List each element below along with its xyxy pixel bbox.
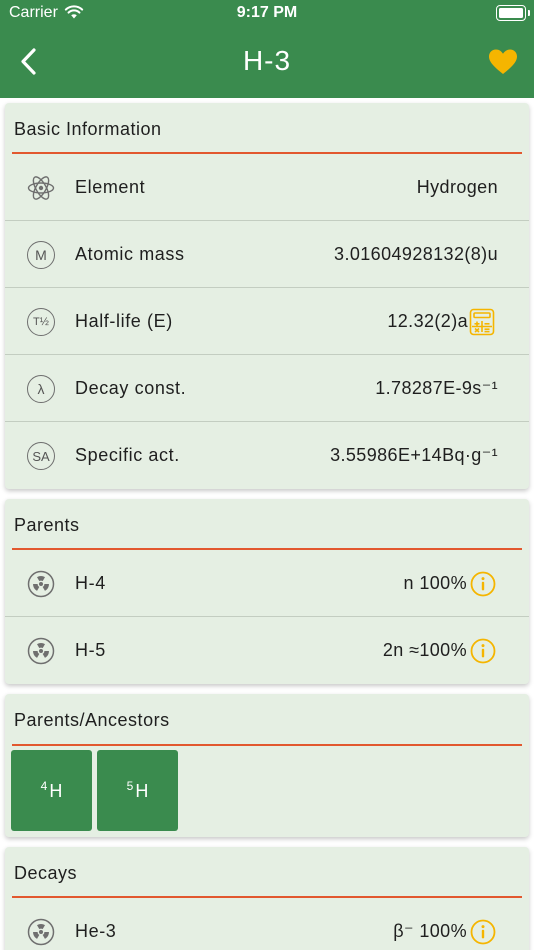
calculator-button[interactable] <box>469 308 495 336</box>
section-divider <box>12 744 522 746</box>
atom-icon <box>27 174 55 202</box>
isotope-symbol: 4H <box>11 779 92 802</box>
row-value: n 100% <box>403 573 467 593</box>
info-icon <box>470 571 496 597</box>
status-time: 9:17 PM <box>236 4 298 21</box>
row-label: H-5 <box>75 640 106 660</box>
ancestor-tile[interactable]: 5H <box>97 750 178 831</box>
row-value: 3.55986E+14Bq·g⁻¹ <box>330 445 498 465</box>
favorite-button[interactable] <box>488 48 518 76</box>
row-label: Half-life (E) <box>75 311 173 331</box>
section-title: Parents <box>14 515 80 535</box>
half-life-icon: T½ <box>27 308 55 336</box>
nav-bar: Carrier 9:17 PM H-3 <box>0 0 534 98</box>
row-label: He-3 <box>75 921 117 941</box>
row-value: 12.32(2)a <box>387 311 468 331</box>
row-value: β⁻ 100% <box>393 921 467 941</box>
element-row[interactable]: Element Hydrogen <box>5 154 529 221</box>
section-title: Basic Information <box>14 119 162 139</box>
info-icon <box>470 919 496 945</box>
battery-icon <box>496 5 530 21</box>
row-label: Atomic mass <box>75 244 185 264</box>
mass-number: 5 <box>126 779 134 793</box>
mass-number: 4 <box>40 779 48 793</box>
decay-row[interactable]: He-3 β⁻ 100% <box>5 898 529 950</box>
calculator-icon <box>469 308 495 336</box>
row-value: 3.01604928132(8)u <box>334 244 498 264</box>
section-title: Parents/Ancestors <box>14 710 170 730</box>
lambda-icon: λ <box>27 375 55 403</box>
element-symbol: H <box>49 781 63 801</box>
heart-icon <box>489 49 517 74</box>
atomic-mass-row[interactable]: M Atomic mass 3.01604928132(8)u <box>5 221 529 288</box>
info-icon <box>470 638 496 664</box>
page-title: H-3 <box>242 45 292 76</box>
row-label: Element <box>75 177 146 197</box>
row-value: Hydrogen <box>416 177 498 197</box>
info-button[interactable] <box>470 638 496 664</box>
info-button[interactable] <box>470 919 496 945</box>
status-bar: Carrier 9:17 PM <box>0 0 534 28</box>
basic-info-card: Basic Information Element Hydrogen M Ato… <box>5 103 529 489</box>
row-label: Decay const. <box>75 378 187 398</box>
isotope-symbol: 5H <box>97 779 178 802</box>
half-life-row[interactable]: T½ Half-life (E) 12.32(2)a <box>5 288 529 355</box>
section-title: Decays <box>14 863 78 883</box>
specific-activity-icon: SA <box>27 442 55 470</box>
ancestors-card: Parents/Ancestors 4H 5H <box>5 694 529 837</box>
row-value: 1.78287E-9s⁻¹ <box>375 378 498 398</box>
parents-card: Parents H-4 n 100% H-5 2n ≈100% <box>5 499 529 684</box>
mass-m-icon: M <box>27 241 55 269</box>
parent-row[interactable]: H-4 n 100% <box>5 550 529 617</box>
ancestor-tile[interactable]: 4H <box>11 750 92 831</box>
parent-row[interactable]: H-5 2n ≈100% <box>5 617 529 684</box>
row-label: H-4 <box>75 573 106 593</box>
radiation-icon <box>27 918 55 946</box>
specific-activity-row[interactable]: SA Specific act. 3.55986E+14Bq·g⁻¹ <box>5 422 529 489</box>
radiation-icon <box>27 570 55 598</box>
decays-card: Decays He-3 β⁻ 100% <box>5 847 529 950</box>
radiation-icon <box>27 637 55 665</box>
element-symbol: H <box>135 781 149 801</box>
info-button[interactable] <box>470 571 496 597</box>
row-value: 2n ≈100% <box>382 640 467 660</box>
decay-constant-row[interactable]: λ Decay const. 1.78287E-9s⁻¹ <box>5 355 529 422</box>
row-label: Specific act. <box>75 445 180 465</box>
